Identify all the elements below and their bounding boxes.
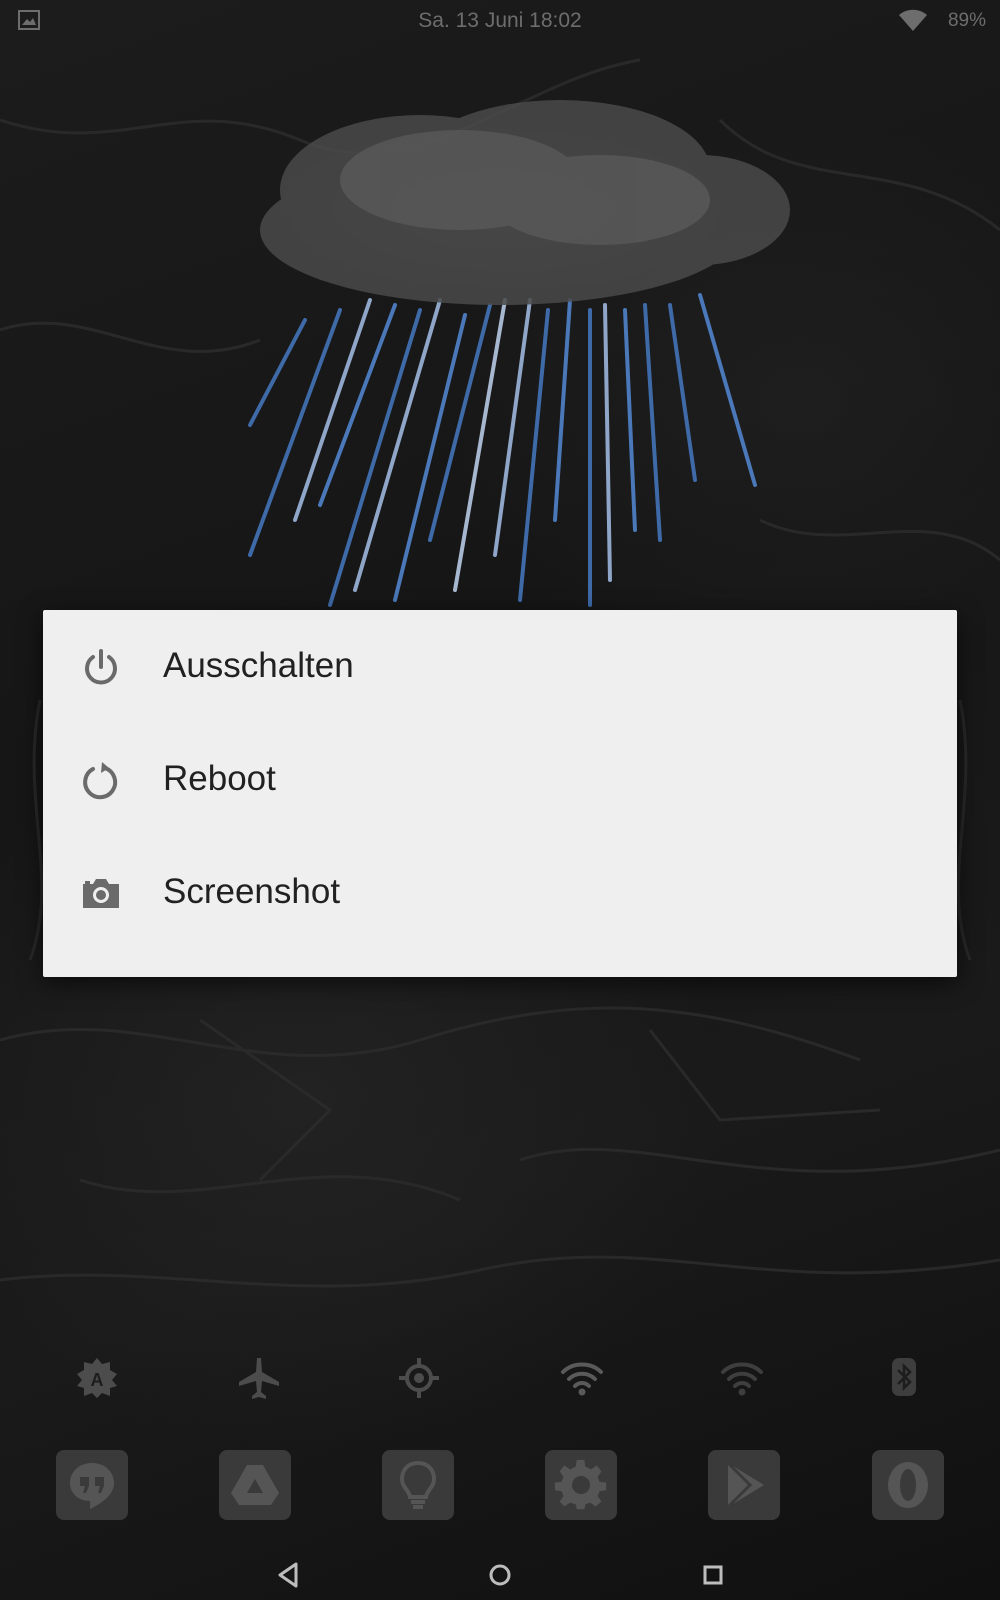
- power-menu-dialog: Ausschalten Reboot Screenshot: [43, 610, 957, 977]
- airplane-mode-icon[interactable]: [237, 1356, 281, 1400]
- home-button[interactable]: [480, 1555, 520, 1595]
- power-off-button[interactable]: Ausschalten: [43, 610, 957, 722]
- google-drive-app[interactable]: [219, 1450, 291, 1520]
- wifi-icon: [898, 9, 928, 39]
- settings-app[interactable]: [545, 1450, 617, 1520]
- recents-icon: [703, 1565, 723, 1585]
- reboot-label: Reboot: [163, 759, 276, 798]
- battery-percentage: 89%: [947, 10, 986, 31]
- recents-button[interactable]: [693, 1555, 733, 1595]
- lightbulb-icon: [399, 1460, 437, 1509]
- camera-icon: [81, 874, 121, 914]
- lightbulb-app[interactable]: [382, 1450, 454, 1520]
- play-store-icon: [726, 1461, 764, 1509]
- google-drive-icon: [231, 1465, 279, 1505]
- reboot-icon: [81, 761, 121, 801]
- reboot-button[interactable]: Reboot: [43, 723, 957, 835]
- screenshot-button[interactable]: Screenshot: [43, 836, 957, 948]
- opera-app[interactable]: [872, 1450, 944, 1520]
- back-icon: [278, 1562, 298, 1588]
- play-store-app[interactable]: [708, 1450, 780, 1520]
- home-icon: [489, 1564, 511, 1586]
- hangouts-icon: [70, 1463, 114, 1509]
- bluetooth-icon[interactable]: [882, 1356, 926, 1400]
- auto-brightness-icon[interactable]: A: [75, 1356, 119, 1400]
- location-icon[interactable]: [397, 1356, 441, 1400]
- wifi-toggle-icon[interactable]: [560, 1356, 604, 1400]
- screenshot-label: Screenshot: [163, 872, 341, 911]
- wifi-hotspot-icon[interactable]: [720, 1356, 764, 1400]
- status-bar: Sa. 13 Juni 18:02 89%: [0, 0, 1000, 42]
- settings-icon: [554, 1459, 607, 1510]
- power-off-label: Ausschalten: [163, 646, 354, 685]
- svg-text:A: A: [91, 1370, 104, 1390]
- power-icon: [81, 648, 121, 688]
- status-datetime: Sa. 13 Juni 18:02: [418, 9, 582, 32]
- opera-icon: [888, 1462, 928, 1508]
- back-button[interactable]: [268, 1555, 308, 1595]
- hangouts-app[interactable]: [56, 1450, 128, 1520]
